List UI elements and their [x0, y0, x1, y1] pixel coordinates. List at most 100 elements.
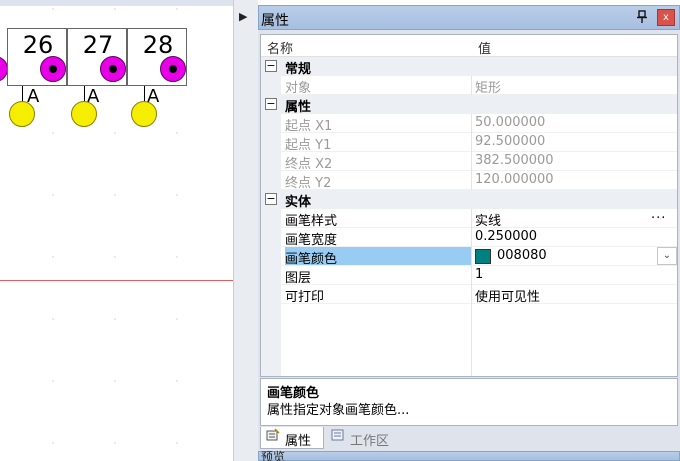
- column-divider: [471, 152, 472, 171]
- property-name: 画笔颜色: [285, 247, 471, 267]
- pin-number: 27: [82, 31, 114, 59]
- property-row-printable[interactable]: 可打印 使用可见性: [261, 285, 677, 305]
- property-name: 可打印: [285, 290, 325, 305]
- property-name: 终点 Y2: [285, 176, 332, 191]
- tab-workspace[interactable]: 工作区: [326, 427, 398, 449]
- preview-panel-title: 预览: [261, 450, 286, 461]
- category-entity[interactable]: − 实体: [261, 190, 677, 210]
- grid-header: 名称 值: [261, 35, 677, 57]
- property-grid[interactable]: 名称 值 − 常规 对象 矩形 − 属性 起点 X1 50.000000 起点 …: [260, 34, 678, 377]
- ellipsis-button[interactable]: ...: [651, 207, 666, 222]
- property-row-start-y1[interactable]: 起点 Y1 92.500000: [261, 133, 677, 153]
- column-divider: [471, 209, 472, 228]
- property-name: 对象: [285, 81, 312, 96]
- row-gutter: [261, 247, 281, 266]
- empty-gutter: [261, 304, 281, 376]
- panel-splitter[interactable]: ▶: [233, 0, 258, 461]
- pin-number: 28: [142, 31, 174, 59]
- property-row-pen-style[interactable]: 画笔样式 实线 ...: [261, 207, 677, 229]
- column-divider: [471, 114, 472, 133]
- column-divider: [471, 247, 472, 266]
- category-label: 常规: [285, 62, 312, 77]
- column-divider: [471, 228, 472, 247]
- pin-icon[interactable]: [637, 10, 647, 28]
- pin-number: 26: [22, 31, 54, 59]
- category-label: 实体: [285, 195, 312, 210]
- row-gutter: [261, 133, 281, 152]
- pin-stem: [22, 86, 23, 102]
- category-attributes[interactable]: − 属性: [261, 95, 677, 115]
- property-name: 起点 Y1: [285, 138, 332, 153]
- column-divider: [471, 133, 472, 152]
- property-name: 图层: [285, 271, 312, 286]
- row-gutter: [261, 76, 281, 95]
- properties-icon: [266, 428, 280, 445]
- row-gutter: [261, 285, 281, 304]
- row-gutter: [261, 171, 281, 190]
- category-general[interactable]: − 常规: [261, 57, 677, 77]
- property-value: 120.000000: [475, 172, 554, 187]
- collapse-toggle-icon[interactable]: −: [265, 60, 277, 72]
- row-gutter: [261, 152, 281, 171]
- property-row-pen-color[interactable]: 画笔颜色 008080 ⌄: [261, 247, 677, 267]
- property-name: 起点 X1: [285, 119, 333, 134]
- column-divider: [471, 76, 472, 95]
- expand-arrow-icon[interactable]: ▶: [239, 10, 247, 23]
- pin-pad[interactable]: [40, 56, 66, 82]
- panel-tabs: 属性 工作区: [258, 427, 680, 449]
- property-name: 画笔样式: [285, 214, 338, 229]
- property-value[interactable]: 0.250000: [475, 229, 537, 244]
- property-name: 终点 X2: [285, 157, 333, 172]
- properties-panel: 属性 x 名称 值 − 常规 对象 矩形 − 属性 起点 X1 50.00000…: [258, 5, 680, 461]
- property-value[interactable]: 008080: [497, 248, 547, 263]
- drawing-canvas[interactable]: 26 27 28 A A A: [0, 0, 233, 461]
- tab-properties[interactable]: 属性: [260, 427, 324, 449]
- property-value[interactable]: 使用可见性: [475, 286, 540, 305]
- pin-stem: [84, 86, 85, 102]
- property-row-end-x2[interactable]: 终点 X2 382.500000: [261, 152, 677, 172]
- property-value: 92.500000: [475, 134, 546, 149]
- property-row-end-y2[interactable]: 终点 Y2 120.000000: [261, 171, 677, 191]
- close-button[interactable]: x: [657, 9, 675, 26]
- pin-ball[interactable]: [71, 101, 97, 127]
- property-value[interactable]: 实线: [475, 210, 501, 229]
- pin-pad[interactable]: [100, 56, 126, 82]
- color-swatch[interactable]: [475, 249, 491, 264]
- tab-label: 工作区: [350, 434, 390, 449]
- row-gutter: [261, 266, 281, 285]
- row-gutter: [261, 228, 281, 247]
- property-value[interactable]: 1: [475, 267, 483, 282]
- collapse-toggle-icon[interactable]: −: [265, 98, 277, 110]
- column-divider: [471, 171, 472, 190]
- property-value: 382.500000: [475, 153, 554, 168]
- property-value: 矩形: [475, 81, 502, 96]
- row-gutter: [261, 114, 281, 133]
- pin-ball[interactable]: [9, 101, 35, 127]
- property-name: 画笔宽度: [285, 233, 338, 248]
- workspace-icon-glyph: [331, 429, 344, 441]
- canvas-toolbar-edge: [0, 0, 233, 6]
- tab-label: 属性: [285, 434, 312, 449]
- property-row-pen-width[interactable]: 画笔宽度 0.250000: [261, 228, 677, 248]
- preview-panel-titlebar: 预览: [258, 451, 680, 461]
- description-text: 属性指定对象画笔颜色...: [267, 403, 410, 418]
- pin-icon-glyph: [637, 10, 647, 23]
- rectangle-edge-line[interactable]: [0, 280, 233, 281]
- properties-icon-glyph: [266, 428, 280, 441]
- column-divider: [471, 285, 472, 304]
- property-row-layer[interactable]: 图层 1: [261, 266, 677, 286]
- app-root: 26 27 28 A A A ▶ 属性 x 名称 值 − 常规 对象 矩形 − …: [0, 0, 680, 461]
- workspace-icon: [331, 428, 345, 445]
- name-column-header: 名称: [267, 42, 294, 57]
- pin-pad[interactable]: [160, 56, 186, 82]
- property-row-start-x1[interactable]: 起点 X1 50.000000: [261, 114, 677, 134]
- chevron-down-icon[interactable]: ⌄: [657, 247, 677, 265]
- pin-stem: [144, 86, 145, 102]
- value-column-header: 值: [478, 42, 492, 57]
- panel-title: 属性: [261, 13, 289, 29]
- collapse-toggle-icon[interactable]: −: [265, 193, 277, 205]
- property-row-object[interactable]: 对象 矩形: [261, 76, 677, 96]
- property-value: 50.000000: [475, 115, 546, 130]
- panel-titlebar: 属性 x: [258, 5, 680, 30]
- pin-ball[interactable]: [131, 101, 157, 127]
